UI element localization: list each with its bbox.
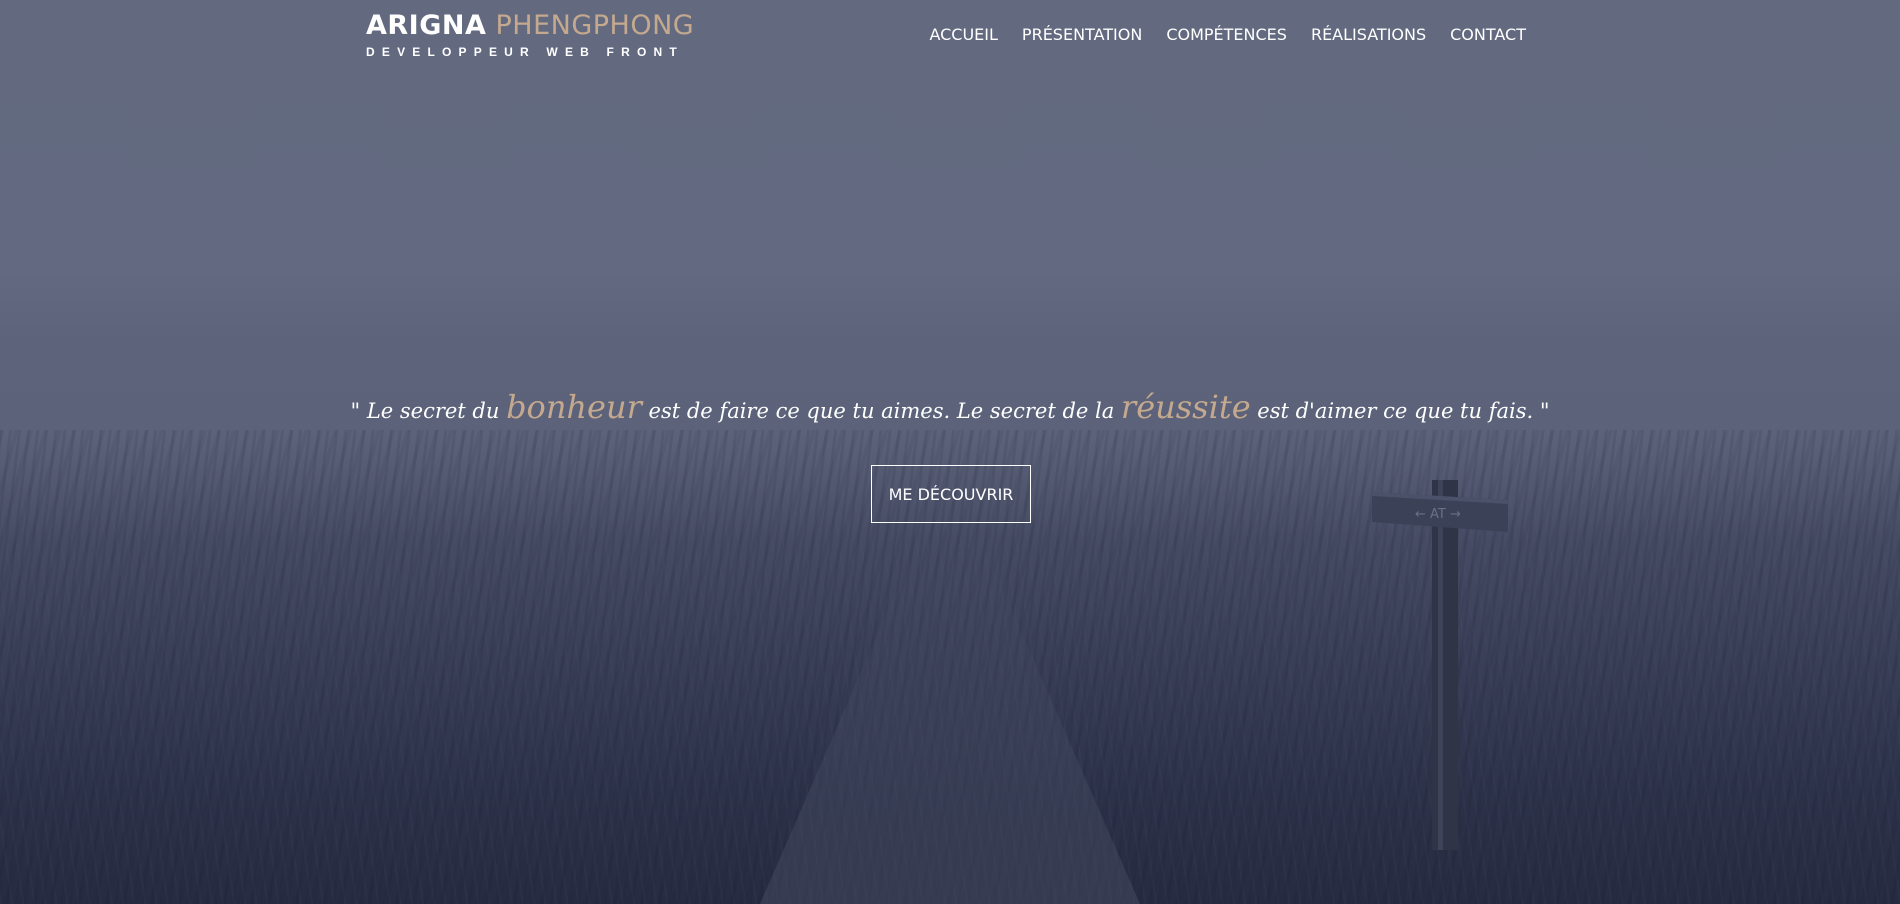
discover-button[interactable]: ME DÉCOUVRIR — [871, 465, 1031, 523]
hero-quote: " Le secret du bonheur est de faire ce q… — [0, 382, 1900, 436]
nav-item-realisations[interactable]: RÉALISATIONS — [1311, 25, 1426, 45]
wooden-signpost-icon: ← AT → — [1372, 480, 1508, 850]
quote-accent-bonheur: bonheur — [506, 388, 642, 426]
brand-tagline: DEVELOPPEUR WEB FRONT — [366, 45, 684, 59]
nav-item-competences[interactable]: COMPÉTENCES — [1166, 25, 1287, 45]
svg-text:← AT →: ← AT → — [1415, 507, 1461, 522]
hero-background: ← AT → — [0, 0, 1900, 904]
quote-text-start: " Le secret du — [350, 399, 507, 423]
brand-first-name: ARIGNA — [366, 10, 487, 41]
brand-last-name: PHENGPHONG — [495, 10, 695, 41]
quote-text-middle: est de faire ce que tu aimes. Le secret … — [641, 399, 1121, 423]
nav-item-presentation[interactable]: PRÉSENTATION — [1022, 25, 1142, 45]
quote-accent-reussite: réussite — [1120, 388, 1251, 426]
nav-item-accueil[interactable]: ACCUEIL — [929, 25, 997, 45]
main-nav: ACCUEIL PRÉSENTATION COMPÉTENCES RÉALISA… — [929, 25, 1526, 45]
brand-name: ARIGNA PHENGPHONG — [366, 10, 694, 42]
site-header: ARIGNA PHENGPHONG DEVELOPPEUR WEB FRONT … — [0, 0, 1900, 70]
brand-logo[interactable]: ARIGNA PHENGPHONG DEVELOPPEUR WEB FRONT — [366, 10, 694, 60]
quote-text-end: est d'aimer ce que tu fais. " — [1250, 399, 1550, 423]
nav-item-contact[interactable]: CONTACT — [1450, 25, 1526, 45]
